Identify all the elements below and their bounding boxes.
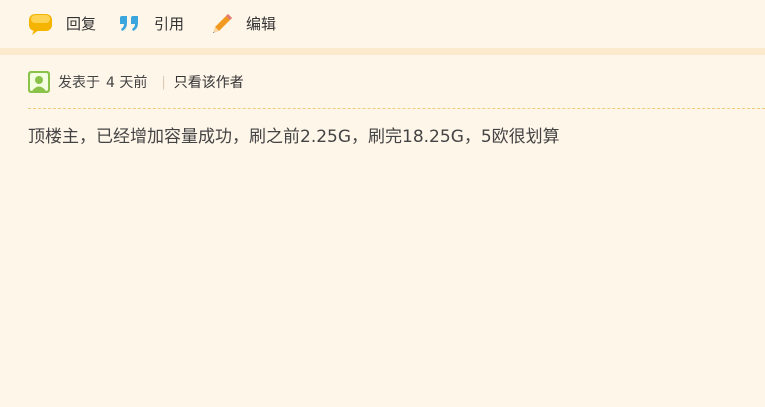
quote-button[interactable]: 引用 — [118, 12, 184, 36]
speech-bubble-icon — [28, 12, 54, 36]
dashed-divider — [28, 108, 765, 109]
post-content: 顶楼主，已经增加容量成功，刷之前2.25G，刷完18.25G，5欧很划算 — [28, 127, 560, 147]
meta-separator: | — [161, 74, 166, 90]
reply-label: 回复 — [66, 15, 97, 33]
post-meta: 发表于 4 天前 | 只看该作者 — [28, 70, 244, 94]
only-author-link[interactable]: 只看该作者 — [174, 72, 244, 92]
toolbar-divider — [0, 48, 765, 55]
quote-marks-icon — [118, 12, 142, 36]
posted-prefix: 发表于 — [58, 75, 100, 91]
reply-button[interactable]: 回复 — [28, 12, 96, 36]
post-toolbar: 回复 引用 编辑 — [0, 0, 765, 48]
edit-button[interactable]: 编辑 — [210, 12, 276, 36]
quote-label: 引用 — [154, 15, 185, 33]
edit-label: 编辑 — [246, 15, 277, 33]
posted-time: 4 天前 — [106, 75, 148, 91]
pencil-icon — [210, 12, 234, 36]
user-avatar-icon — [28, 71, 50, 93]
